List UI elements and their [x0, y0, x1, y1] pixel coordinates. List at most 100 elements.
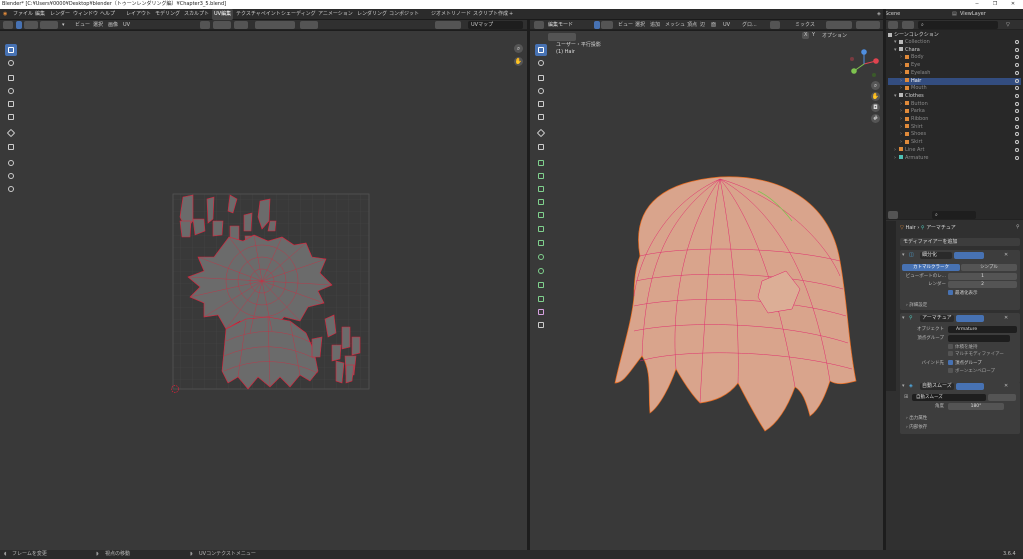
pivot-point-button[interactable] [770, 21, 780, 29]
output-attributes-subpanel[interactable]: › 出力属性 [906, 415, 927, 422]
outliner-item-line-art[interactable]: › Line Art [888, 147, 1021, 155]
bind-envelopes-checkbox[interactable]: ボーンエンベロープ [948, 368, 995, 375]
tab-scripting[interactable]: スクリプト作成 [473, 9, 508, 20]
uv-editor-viewport[interactable]: ⌕ ✋ [0, 31, 527, 550]
outliner-item-body[interactable]: › Body [888, 54, 1021, 62]
menu-render[interactable]: レンダー [50, 9, 70, 20]
minimize-button[interactable]: ─ [968, 0, 986, 9]
node-group-field[interactable]: 自動スムーズ [912, 394, 986, 401]
outliner-item-button[interactable]: › Button [888, 101, 1021, 109]
outliner-item-shoes[interactable]: › Shoes [888, 131, 1021, 139]
vp-menu-uv[interactable]: UV [723, 20, 730, 30]
tab-uv-editing[interactable]: UV編集 [212, 9, 234, 20]
editor-type-button[interactable] [3, 21, 13, 29]
tab-sculpt[interactable]: スカルプト [184, 9, 209, 20]
multi-modifier-checkbox[interactable]: マルチモディファイアー [948, 351, 1004, 358]
proportional-button[interactable] [234, 21, 248, 29]
outliner-editor-type-button[interactable] [888, 21, 898, 29]
outliner-item-armature[interactable]: › Armature [888, 155, 1021, 163]
preserve-volume-checkbox[interactable]: 体積を維持 [948, 344, 978, 351]
tab-texture-paint[interactable]: テクスチャペイント [236, 9, 281, 20]
add-workspace-button[interactable]: + [509, 9, 513, 20]
visibility-eye-icon[interactable] [1015, 47, 1019, 52]
internal-dependencies-subpanel[interactable]: › 内部依存 [906, 424, 927, 431]
tab-modeling[interactable]: モデリング [155, 9, 180, 20]
tab-compositing[interactable]: コンポジット [389, 9, 419, 20]
outliner-display-mode-button[interactable] [902, 21, 914, 29]
tab-layout[interactable]: レイアウト [126, 9, 151, 20]
optimal-display-checkbox[interactable]: 最適化表示 [948, 290, 978, 297]
armature-remove-icon[interactable]: ✕ [1004, 314, 1008, 323]
menu-help[interactable]: ヘルプ [100, 9, 115, 20]
viewport-editor-type-button[interactable] [534, 21, 544, 29]
vp-menu-view[interactable]: ビュー [618, 20, 633, 30]
uv-menu-image[interactable]: 画像 [108, 20, 118, 30]
add-modifier-button[interactable]: モディファイアーを追加 [900, 238, 1020, 246]
image-browse-button[interactable] [255, 21, 295, 29]
vp-menu-face[interactable]: 面 [711, 20, 716, 30]
pin-icon[interactable]: ⚲ [1016, 224, 1020, 230]
armature-collapse-icon[interactable]: ▾ [902, 314, 905, 323]
properties-search-input[interactable]: ⌕ [932, 211, 976, 219]
shading-buttons[interactable] [856, 21, 880, 29]
edge-face-select-buttons[interactable] [601, 21, 613, 29]
visibility-eye-icon[interactable] [1015, 117, 1019, 121]
uv-menu-uv[interactable]: UV [123, 20, 130, 30]
outliner-item-collection[interactable]: ▾ Collection [888, 39, 1021, 47]
outliner-item-hair[interactable]: › Hair [888, 77, 1021, 86]
armature-object-field[interactable]: Armature [948, 326, 1017, 333]
scene-collection-row[interactable]: シーンコレクション [888, 31, 939, 39]
uv-menu-view[interactable]: ビュー [75, 20, 90, 30]
transform-orientation-selector[interactable]: グロ... [742, 20, 757, 30]
outliner-item-skirt[interactable]: › Skirt [888, 139, 1021, 147]
levels-viewport-field[interactable]: 1 [948, 273, 1017, 280]
sync-selection-button[interactable] [16, 21, 22, 29]
visibility-eye-icon[interactable] [1015, 55, 1019, 60]
vp-menu-add[interactable]: 追加 [650, 20, 660, 30]
autosmooth-visibility-toggles[interactable] [956, 383, 984, 390]
bind-vertex-groups-checkbox[interactable]: 頂点グループ [948, 360, 982, 367]
angle-field[interactable]: 180° [948, 403, 1004, 410]
vp-menu-mesh[interactable]: メッシュ [665, 20, 685, 30]
autosmooth-collapse-icon[interactable]: ▾ [902, 382, 905, 391]
uv-display-button[interactable] [435, 21, 461, 29]
outliner-item-shirt[interactable]: › Shirt [888, 124, 1021, 132]
visibility-eye-icon[interactable] [1015, 78, 1019, 83]
visibility-eye-icon[interactable] [1015, 63, 1019, 68]
outliner-item-eye[interactable]: › Eye [888, 62, 1021, 70]
visibility-eye-icon[interactable] [1015, 147, 1019, 152]
outliner-item-clothes[interactable]: ▾ Clothes [888, 93, 1021, 101]
filter-icon[interactable]: ▽ [1006, 20, 1010, 30]
uv-select-mode-buttons[interactable] [40, 21, 58, 29]
properties-editor-type-button[interactable] [888, 211, 898, 219]
uv-menu-select[interactable]: 選択 [93, 20, 103, 30]
snap-button[interactable] [213, 21, 231, 29]
scene-selector[interactable]: Scene [885, 9, 900, 20]
vertex-select-button[interactable] [594, 21, 600, 29]
visibility-eye-icon[interactable] [1015, 86, 1019, 91]
vp-menu-select[interactable]: 選択 [635, 20, 645, 30]
tab-animation[interactable]: アニメーション [318, 9, 353, 20]
mode-selector[interactable]: 編集モード [548, 20, 573, 30]
menu-edit[interactable]: 編集 [35, 9, 45, 20]
autosmooth-remove-icon[interactable]: ✕ [1004, 382, 1008, 391]
visibility-eye-icon[interactable] [1015, 155, 1019, 160]
maximize-button[interactable]: ❐ [986, 0, 1004, 9]
vp-menu-vertex[interactable]: 頂点 [687, 20, 697, 30]
advanced-subpanel[interactable]: › 詳細設定 [906, 302, 927, 309]
render-levels-field[interactable]: 2 [948, 281, 1017, 288]
armature-name-field[interactable]: アーマチュア [920, 315, 954, 322]
tab-catmull-clark[interactable]: カトマルクラーク [902, 264, 960, 271]
blender-logo-icon[interactable]: ◉ [3, 9, 11, 20]
uv-map-selector[interactable]: UVマップ [468, 21, 523, 29]
subsurf-remove-icon[interactable]: ✕ [1004, 251, 1008, 260]
node-group-buttons[interactable] [988, 394, 1016, 401]
pivot-button[interactable] [200, 21, 210, 29]
visibility-eye-icon[interactable] [1015, 124, 1019, 129]
visibility-eye-icon[interactable] [1015, 109, 1019, 114]
vp-menu-edge[interactable]: 辺 [700, 20, 705, 30]
outliner-item-parka[interactable]: › Parka [888, 108, 1021, 116]
tab-shading[interactable]: シェーディング [281, 9, 316, 20]
visibility-eye-icon[interactable] [1015, 101, 1019, 106]
uv-sticky-icon[interactable]: ▾ [62, 20, 65, 30]
